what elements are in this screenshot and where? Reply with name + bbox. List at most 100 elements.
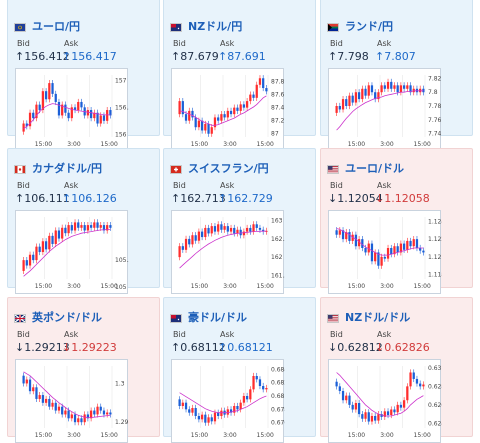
- candle-body: [419, 383, 422, 387]
- x-tick-label: 3:00: [67, 432, 81, 439]
- y-tick-label: 105.5: [115, 257, 129, 264]
- candlestick-chart[interactable]: 105105.515:003:0015:00: [15, 210, 129, 294]
- rate-card[interactable]: ランド/円 Bid Ask ↑7.798 ↑7.807 7.82 7.8 7.78 7.76 7.…: [320, 0, 473, 152]
- candle-body: [406, 386, 409, 401]
- candle-body: [370, 85, 374, 93]
- y-tick-label: 157: [115, 77, 127, 84]
- rate-card[interactable]: 英ポンド/ドル Bid Ask ↓1.29213 ↓1.29223 1.3 1.29 15:0…: [7, 297, 160, 443]
- candle-body: [204, 123, 207, 131]
- x-tick-label: 15:00: [191, 432, 208, 439]
- bid-label: Bid: [330, 181, 343, 190]
- rate-card[interactable]: 豪ドル/ドルBidAsk↑0.68112↑0.681210.6840.6820.…: [163, 297, 316, 443]
- candle-body: [70, 414, 73, 419]
- candlestick-chart[interactable]: 0.63 0.628 0.626 0.624 15:00 3:00 15:00: [328, 359, 442, 443]
- rate-card[interactable]: カナダドル/円BidAsk↑106.111↑106.126105105.515:…: [7, 148, 160, 294]
- candle-body: [402, 85, 406, 89]
- candle-body: [67, 225, 70, 234]
- candle-body: [191, 235, 194, 245]
- candle-body: [38, 246, 41, 253]
- x-tick-label: 15:00: [101, 141, 118, 148]
- candlestick-chart[interactable]: 87.8 87.6 87.4 87.2 87 15:00 3:00 15:00: [171, 68, 285, 152]
- x-tick-label: 3:00: [380, 283, 394, 290]
- candle-body: [86, 110, 90, 116]
- x-tick-label: 15:00: [257, 141, 274, 148]
- x-tick-label: 15:00: [191, 141, 208, 148]
- candle-body: [184, 238, 188, 250]
- rate-card[interactable]: スイスフラン/円BidAsk↑162.713↑162.729163162.516…: [163, 148, 316, 294]
- au-flag-icon: [170, 313, 182, 323]
- ask-label: Ask: [377, 39, 392, 48]
- ask-value: ↑87.691: [218, 50, 266, 63]
- candle-body: [341, 390, 345, 401]
- candle-body: [96, 406, 99, 415]
- candle-body: [64, 410, 67, 415]
- candle-body: [345, 395, 348, 401]
- candle-body: [102, 115, 106, 121]
- candlestick-chart[interactable]: 7.82 7.8 7.78 7.76 7.74 15:00 3:00 15:00: [328, 68, 442, 152]
- rate-card[interactable]: NZドル/ドルBidAsk↓0.62812↓0.628260.630.6280.…: [320, 297, 473, 443]
- y-tick-label: 87: [271, 131, 279, 138]
- candle-body: [367, 412, 370, 422]
- candle-body: [38, 104, 41, 111]
- candle-body: [262, 386, 265, 390]
- currency-pair-link[interactable]: ランド/円: [345, 21, 393, 33]
- card-title-row: ランド/円: [327, 19, 393, 35]
- candlestick-chart[interactable]: 0.6840.6820.680.6780.67615:003:0015:00: [171, 359, 285, 443]
- currency-pair-link[interactable]: NZドル/円: [188, 21, 242, 33]
- candlestick-chart[interactable]: 1.3 1.29 15:00 3:00 15:00: [15, 359, 129, 443]
- rate-card[interactable]: ユーロ/円BidAsk↑156.412↑156.417157156.515615…: [7, 0, 160, 152]
- y-tick-label: 0.63: [428, 365, 442, 372]
- candlestick-chart[interactable]: 1.124 1.122 1.12 1.118 15:00 3:00 15:00: [328, 210, 442, 294]
- card-title-row: カナダドル/円: [14, 161, 102, 177]
- candle-body: [54, 230, 57, 244]
- candle-body: [357, 92, 361, 100]
- candle-body: [93, 222, 96, 228]
- ask-label: Ask: [220, 181, 235, 190]
- candle-body: [83, 414, 86, 423]
- y-tick-label: 7.8: [428, 89, 438, 96]
- candle-body: [412, 239, 415, 247]
- candle-body: [335, 230, 338, 235]
- currency-pair-link[interactable]: 豪ドル/ドル: [188, 312, 247, 324]
- candle-body: [390, 409, 393, 416]
- candle-body: [354, 403, 358, 410]
- candle-body: [48, 83, 51, 100]
- x-tick-label: 15:00: [348, 432, 365, 439]
- x-tick-label: 15:00: [257, 283, 274, 290]
- candle-body: [409, 240, 412, 247]
- candle-body: [252, 376, 255, 390]
- candle-body: [236, 107, 239, 111]
- ask-label: Ask: [64, 330, 79, 339]
- currency-pair-link[interactable]: ユーロ/ドル: [345, 163, 404, 175]
- currency-pair-link[interactable]: 英ポンド/ドル: [32, 312, 102, 324]
- candle-body: [406, 240, 409, 250]
- currency-pair-link[interactable]: スイスフラン/円: [188, 163, 269, 175]
- candle-body: [249, 389, 252, 400]
- candle-body: [210, 417, 213, 422]
- rate-card[interactable]: NZドル/円 Bid Ask ↑87.679 ↑87.691 87.8 87.6 87.4 87…: [163, 0, 316, 152]
- candle-body: [77, 101, 80, 111]
- ask-value: ↑156.417: [62, 50, 117, 63]
- candlestick-chart[interactable]: 157 156.5 156 15:00 3:00 15:00: [15, 68, 129, 152]
- bid-label: Bid: [330, 330, 343, 339]
- candle-body: [106, 110, 109, 121]
- candle-body: [399, 404, 403, 408]
- candle-body: [213, 117, 217, 128]
- candle-body: [354, 92, 358, 103]
- candle-body: [335, 381, 338, 387]
- candle-body: [239, 104, 242, 111]
- currency-pair-link[interactable]: NZドル/ドル: [345, 312, 410, 324]
- currency-pair-link[interactable]: カナダドル/円: [32, 163, 102, 175]
- candle-body: [345, 99, 348, 106]
- candle-body: [73, 414, 77, 423]
- currency-pair-link[interactable]: ユーロ/円: [32, 21, 80, 33]
- card-title-row: ユーロ/ドル: [327, 161, 404, 177]
- candle-body: [348, 232, 351, 241]
- bid-label: Bid: [17, 330, 30, 339]
- rate-card[interactable]: ユーロ/ドルBidAsk↓1.12054↓1.120581.1241.1221.…: [320, 148, 473, 294]
- candle-body: [265, 388, 268, 390]
- x-tick-label: 3:00: [380, 432, 394, 439]
- y-tick-label: 1.118: [428, 272, 442, 279]
- candle-body: [106, 412, 109, 415]
- candlestick-chart[interactable]: 163 162.5 162 161.5 15:00 3:00 15:00: [171, 210, 285, 294]
